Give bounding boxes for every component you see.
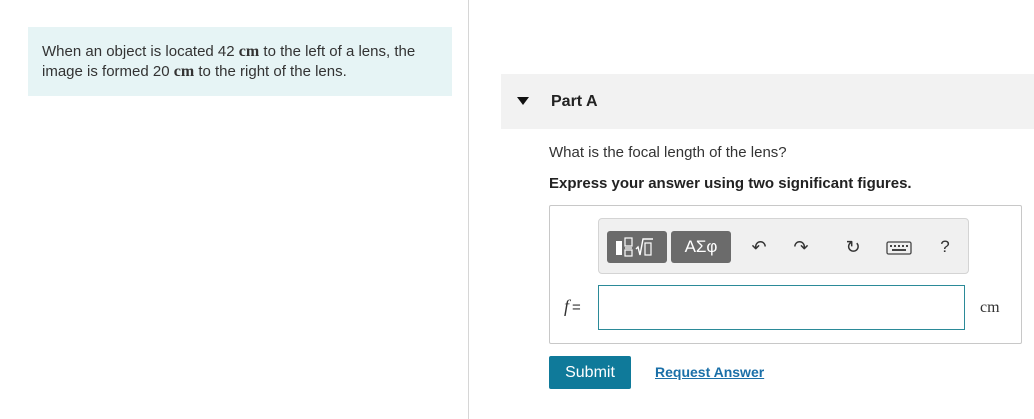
answer-unit: cm (980, 299, 1000, 316)
problem-text-line1-post: to the left of a lens, the (259, 43, 416, 60)
undo-icon[interactable]: ↶ (745, 231, 773, 263)
keyboard-glyph (886, 241, 912, 255)
instruction-text: Express your answer using two significan… (549, 175, 912, 192)
equals-sign: = (572, 299, 581, 316)
problem-text-line1-pre: When an object is located 42 (42, 43, 239, 60)
problem-text-line2-pre: image is formed 20 (42, 63, 174, 80)
variable-f: f (564, 296, 570, 316)
question-text: What is the focal length of the lens? (549, 144, 787, 161)
redo-icon[interactable]: ↷ (787, 231, 815, 263)
problem-text-line2-post: to the right of the lens. (194, 63, 347, 80)
column-divider (468, 0, 469, 419)
part-title: Part A (551, 93, 598, 110)
keyboard-icon[interactable] (885, 231, 913, 263)
help-button[interactable]: ? (931, 231, 959, 263)
request-answer-link[interactable]: Request Answer (655, 364, 764, 380)
answer-variable-label: f = (564, 296, 581, 317)
answer-panel: ΑΣφ ↶ ↷ ↻ ? f = cm (549, 205, 1022, 344)
unit-cm: cm (238, 43, 260, 60)
problem-statement: When an object is located 42 cm to the l… (28, 27, 452, 96)
answer-input[interactable] (598, 285, 965, 330)
greek-symbols-button[interactable]: ΑΣφ (671, 231, 731, 263)
templates-icon (616, 237, 653, 257)
submit-button[interactable]: Submit (549, 356, 631, 389)
unit-cm: cm (173, 63, 195, 80)
templates-button[interactable] (607, 231, 667, 263)
part-a-header[interactable]: Part A (501, 74, 1034, 129)
collapse-caret-icon[interactable] (517, 97, 529, 105)
math-toolbar: ΑΣφ ↶ ↷ ↻ ? (598, 218, 969, 274)
reset-icon[interactable]: ↻ (839, 231, 867, 263)
